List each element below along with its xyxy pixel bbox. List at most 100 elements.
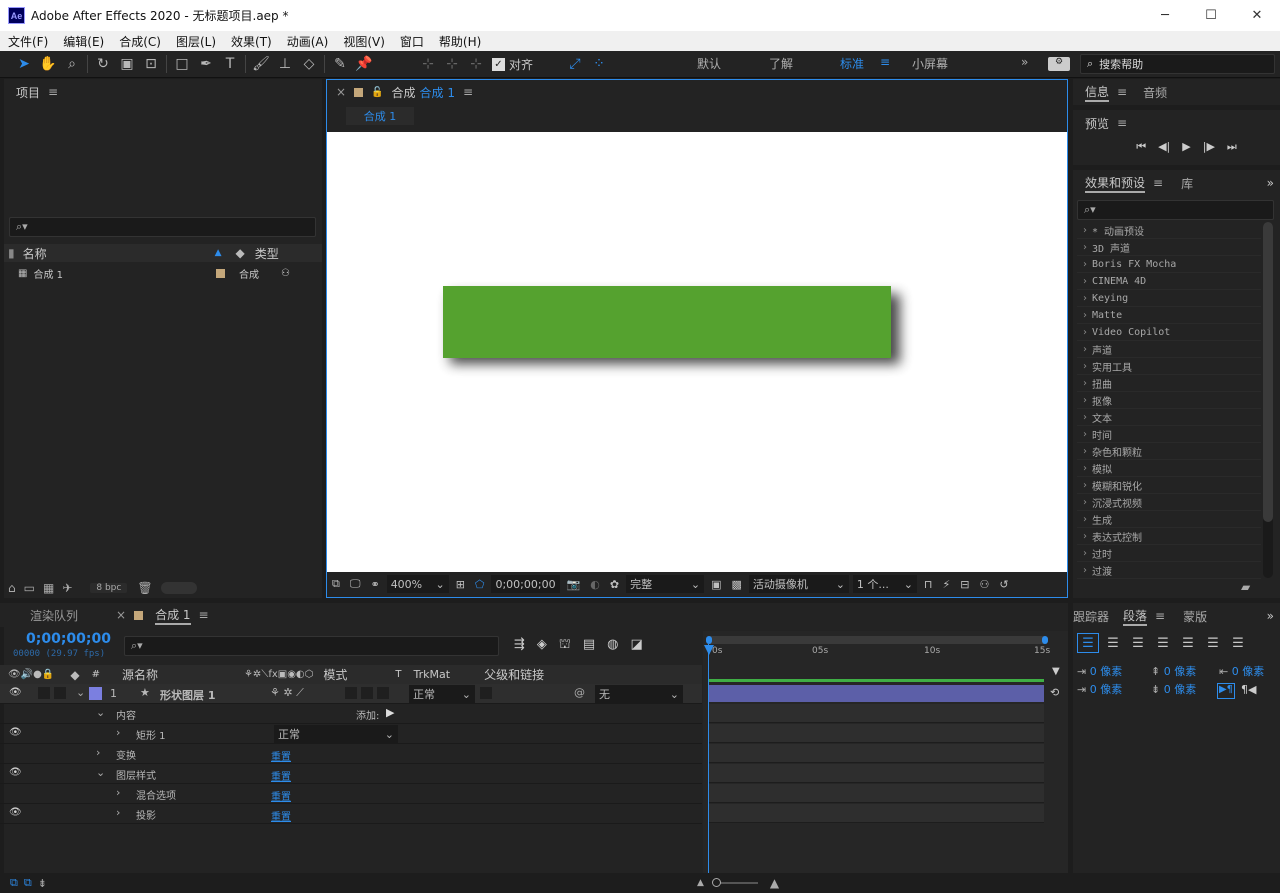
brush-tool-icon[interactable]: 🖌 bbox=[249, 53, 273, 75]
prop-contents-row[interactable]: ⌄ 内容 添加: ▶ bbox=[0, 704, 702, 724]
views-dropdown[interactable]: 1 个... ⌄ bbox=[852, 575, 917, 593]
prop-rect-row[interactable]: 👁 › 矩形 1 正常 ⌄ bbox=[0, 724, 702, 744]
close-tab-icon[interactable]: × bbox=[336, 85, 346, 99]
eye-icon[interactable]: 👁 bbox=[9, 687, 22, 698]
indent-right-field[interactable]: ⇤ 0 像素 bbox=[1219, 663, 1264, 679]
flowchart-icon[interactable]: ⚇ bbox=[974, 572, 994, 596]
close-tab-icon[interactable]: × bbox=[116, 608, 126, 622]
roto-brush-tool-icon[interactable]: ✎ bbox=[328, 53, 352, 75]
resolution-dropdown[interactable]: 完整 ⌄ bbox=[626, 575, 705, 593]
effect-category[interactable]: › Boris FX Mocha bbox=[1077, 256, 1261, 273]
more-panels-icon[interactable]: » bbox=[1267, 176, 1274, 190]
align-center-icon[interactable]: ☰ bbox=[1102, 633, 1124, 653]
effect-category[interactable]: › 杂色和颗粒 bbox=[1077, 443, 1261, 460]
work-area-end-handle[interactable] bbox=[1042, 636, 1048, 644]
col-parent[interactable]: 父级和链接 bbox=[484, 666, 544, 683]
show-snapshot-icon[interactable]: ◐ bbox=[585, 572, 605, 596]
switch-box[interactable] bbox=[361, 687, 373, 699]
effect-category[interactable]: › 表达式控制 bbox=[1077, 528, 1261, 545]
comp-marker-icon[interactable]: ▼ bbox=[1052, 666, 1060, 677]
panel-menu-icon[interactable]: ≡ bbox=[463, 85, 473, 99]
minimize-button[interactable]: ─ bbox=[1142, 0, 1188, 31]
eye-icon[interactable]: 👁 bbox=[9, 807, 22, 818]
play-icon[interactable]: ▶ bbox=[1182, 140, 1190, 154]
justify-center-icon[interactable]: ☰ bbox=[1177, 633, 1199, 653]
panel-menu-icon[interactable]: ≡ bbox=[48, 85, 58, 99]
reset-exposure-icon[interactable]: ↺ bbox=[994, 572, 1013, 596]
rtl-direction-icon[interactable]: ¶◀ bbox=[1241, 683, 1256, 696]
panel-menu-icon[interactable]: ≡ bbox=[199, 608, 209, 622]
menu-animation[interactable]: 动画(A) bbox=[279, 33, 336, 50]
mask-path-icon[interactable]: ⬠ bbox=[470, 572, 490, 596]
shy-layers-icon[interactable]: ⛫ bbox=[559, 637, 571, 654]
fast-preview-icon[interactable]: ⚡ bbox=[938, 572, 956, 596]
reset-link[interactable]: 重置 bbox=[271, 768, 291, 783]
effect-category[interactable]: › 沉浸式视频 bbox=[1077, 494, 1261, 511]
clone-stamp-tool-icon[interactable]: ⊥ bbox=[273, 53, 297, 75]
effect-category[interactable]: › 过渡 bbox=[1077, 562, 1261, 579]
tab-paragraph[interactable]: 段落 bbox=[1123, 607, 1148, 626]
playhead-line[interactable] bbox=[708, 644, 709, 873]
ltr-direction-icon[interactable]: ▶¶ bbox=[1217, 683, 1235, 699]
menu-edit[interactable]: 编辑(E) bbox=[55, 33, 111, 50]
effect-category[interactable]: › 声道 bbox=[1077, 341, 1261, 358]
layer-row[interactable]: 👁 ⌄ 1 ★ 形状图层 1 ⚘ ✲ ⟋ 正常 ⌄ @ 无 ⌄ bbox=[0, 684, 702, 704]
timeline-search-input[interactable]: ⌕▾ bbox=[124, 636, 499, 656]
snap-grid-icon[interactable]: ⁘ bbox=[587, 53, 611, 75]
solo-switch[interactable] bbox=[54, 687, 66, 699]
puppet-pin-tool-icon[interactable]: 📌 bbox=[352, 53, 376, 75]
eraser-tool-icon[interactable]: ◇ bbox=[297, 53, 321, 75]
zoom-tool-icon[interactable]: ⌕ bbox=[60, 53, 84, 75]
expand-chevron-icon[interactable]: ⌄ bbox=[76, 686, 85, 699]
zoom-out-icon[interactable]: ▲ bbox=[697, 878, 704, 888]
close-button[interactable]: ✕ bbox=[1234, 0, 1280, 31]
panel-menu-icon[interactable]: ≡ bbox=[1117, 85, 1127, 99]
menu-effect[interactable]: 效果(T) bbox=[223, 33, 279, 50]
effect-category[interactable]: › 时间 bbox=[1077, 426, 1261, 443]
expand-chevron-icon[interactable]: › bbox=[116, 786, 120, 799]
help-search-input[interactable]: ⌕ 搜索帮助 bbox=[1080, 54, 1275, 74]
effect-category[interactable]: › 实用工具 bbox=[1077, 358, 1261, 375]
snap-checkbox[interactable]: ✓ 对齐 bbox=[492, 56, 533, 73]
layer-name[interactable]: 形状图层 1 bbox=[160, 687, 215, 703]
parent-dropdown[interactable]: 无 ⌄ bbox=[595, 685, 683, 703]
project-search-input[interactable]: ⌕▾ bbox=[9, 217, 316, 237]
align-left-icon[interactable]: ☰ bbox=[1077, 633, 1099, 653]
scrollbar-thumb[interactable] bbox=[1263, 222, 1273, 522]
work-area-bar[interactable] bbox=[706, 636, 1048, 644]
new-comp-icon[interactable]: ▦ bbox=[43, 581, 54, 595]
comp-flowchart-icon[interactable]: ⇶ bbox=[514, 637, 525, 654]
layer-duration-bar[interactable] bbox=[708, 685, 1044, 702]
transfer-controls-icon[interactable]: ⧉ bbox=[24, 876, 32, 890]
snapshot-icon[interactable]: 📷 bbox=[562, 572, 586, 596]
playhead-handle[interactable] bbox=[704, 645, 714, 655]
prop-blend-options-row[interactable]: › 混合选项 重置 bbox=[0, 784, 702, 804]
effect-category[interactable]: › 3D 声道 bbox=[1077, 239, 1261, 256]
effect-category[interactable]: › 模拟 bbox=[1077, 460, 1261, 477]
reset-link[interactable]: 重置 bbox=[271, 808, 291, 823]
timeline-link-icon[interactable]: ⊟ bbox=[955, 572, 974, 596]
sync-settings-icon[interactable]: ⚙ bbox=[1048, 57, 1070, 71]
effects-search-input[interactable]: ⌕▾ bbox=[1077, 200, 1274, 220]
effect-category[interactable]: › 过时 bbox=[1077, 545, 1261, 562]
workspace-menu-icon[interactable]: ≡ bbox=[880, 55, 890, 69]
color-channel-icon[interactable]: ✿ bbox=[605, 572, 624, 596]
trkmat-box[interactable] bbox=[480, 687, 492, 699]
col-mode[interactable]: 模式 bbox=[323, 666, 347, 683]
effect-category[interactable]: › 文本 bbox=[1077, 409, 1261, 426]
menu-view[interactable]: 视图(V) bbox=[335, 33, 392, 50]
in-out-icon[interactable]: ⇟ bbox=[38, 877, 47, 890]
expand-chevron-icon[interactable]: › bbox=[96, 746, 100, 759]
comp-breadcrumb[interactable]: 合成 1 bbox=[346, 107, 414, 125]
zoom-slider-knob[interactable] bbox=[711, 878, 721, 887]
camera-tool-icon[interactable]: ▣ bbox=[115, 53, 139, 75]
switch-box[interactable] bbox=[345, 687, 357, 699]
transparency-grid-icon[interactable]: ▩ bbox=[727, 572, 747, 596]
toggle-3d-icon[interactable]: ⊓ bbox=[919, 572, 938, 596]
panel-menu-icon[interactable]: ≡ bbox=[1153, 176, 1163, 190]
zoom-in-icon[interactable]: ▲ bbox=[770, 876, 779, 890]
pick-whip-icon[interactable]: @ bbox=[574, 686, 585, 699]
timeline-timecode[interactable]: 0;00;00;00 bbox=[26, 631, 111, 647]
menu-help[interactable]: 帮助(H) bbox=[431, 33, 488, 50]
menu-layer[interactable]: 图层(L) bbox=[168, 33, 223, 50]
